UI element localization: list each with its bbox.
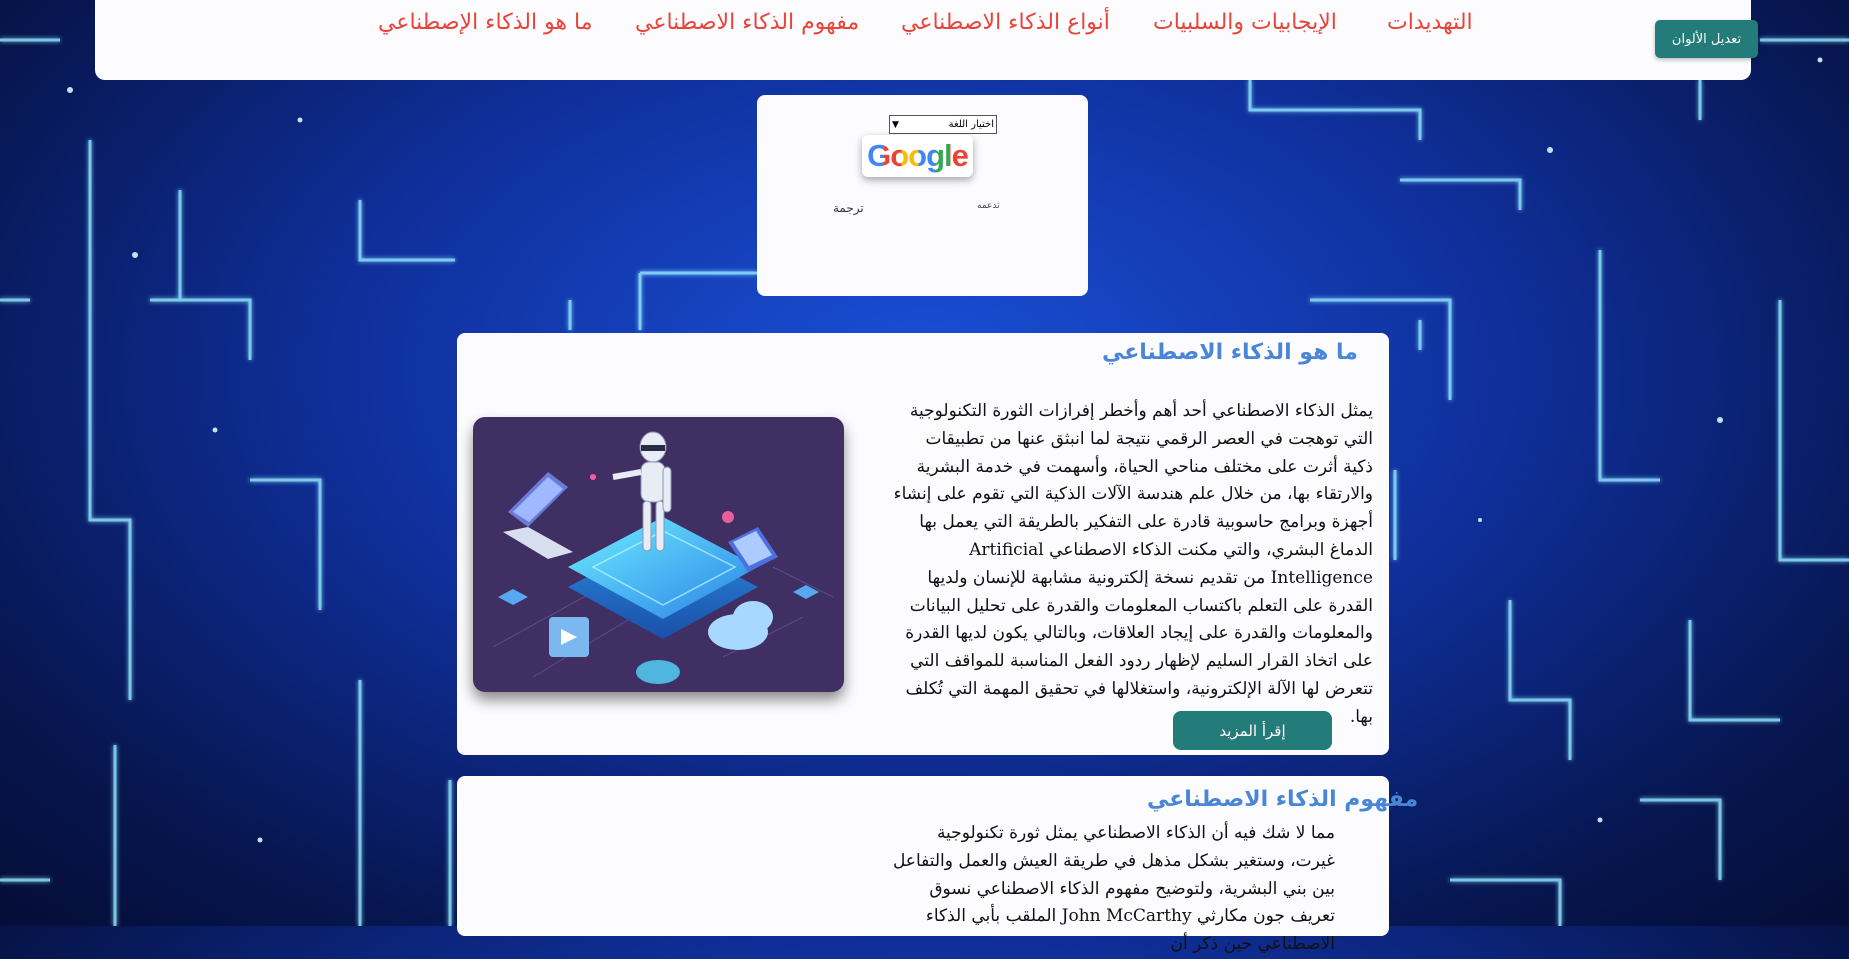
language-select[interactable]: ▼ اختيار اللغة xyxy=(889,115,997,134)
top-navbar: ما هو الذكاء الإصطناعي مفهوم الذكاء الاص… xyxy=(95,0,1758,80)
nav-link-ai-types[interactable]: أنواع الذكاء الاصطناعي xyxy=(901,10,1110,35)
section-text: يمثل الذكاء الاصطناعي أحد أهم وأخطر إفرا… xyxy=(893,401,1373,727)
read-more-button[interactable]: إقرأ المزيد xyxy=(1173,711,1332,750)
google-translate-widget: ▼ اختيار اللغة Google تدعمه ترجمة xyxy=(757,95,1088,296)
section-title: مفهوم الذكاء الاصطناعي xyxy=(1147,787,1419,812)
nav-link-what-is-ai[interactable]: ما هو الذكاء الإصطناعي xyxy=(378,10,593,35)
nav-link-pros-cons[interactable]: الإيجابيات والسلبيات xyxy=(1153,10,1337,35)
chevron-down-icon: ▼ xyxy=(892,119,899,130)
ai-robot-illustration xyxy=(473,417,844,692)
language-select-label: اختيار اللغة xyxy=(948,119,994,130)
nav-link-threats[interactable]: التهديدات xyxy=(1387,10,1473,35)
section-what-is-ai: ما هو الذكاء الاصطناعي يمثل الذكاء الاصط… xyxy=(457,333,1389,755)
edit-colors-button[interactable]: تعديل الألوان xyxy=(1655,20,1758,58)
section-title: ما هو الذكاء الاصطناعي xyxy=(1102,340,1358,365)
nav-links: ما هو الذكاء الإصطناعي مفهوم الذكاء الاص… xyxy=(95,10,1751,50)
nav-link-ai-concept[interactable]: مفهوم الذكاء الاصطناعي xyxy=(635,10,859,35)
section-text: مما لا شك فيه أن الذكاء الاصطناعي يمثل ث… xyxy=(892,823,1335,955)
powered-by-label: تدعمه xyxy=(977,201,1000,211)
section-ai-concept: مفهوم الذكاء الاصطناعي مما لا شك فيه أن … xyxy=(457,776,1418,954)
google-logo: Google xyxy=(862,135,973,177)
translate-label[interactable]: ترجمة xyxy=(833,201,864,215)
google-logo-text: Google xyxy=(867,138,969,173)
